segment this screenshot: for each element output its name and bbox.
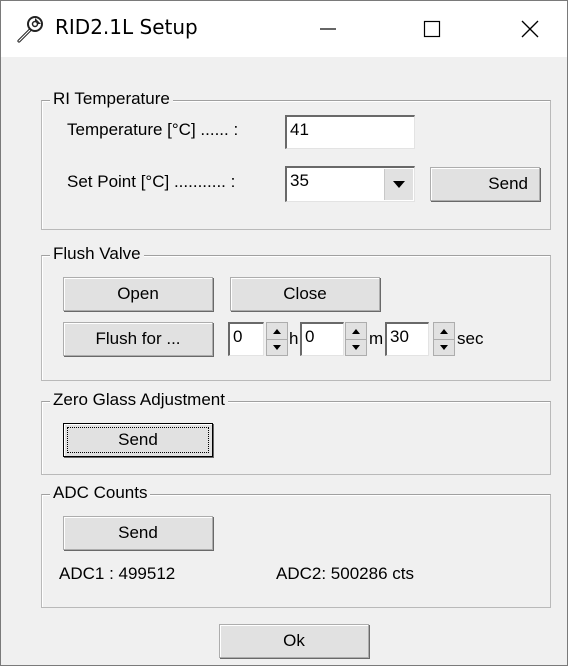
setup-dialog: RID2.1L Setup RI Temperature Temperature…	[0, 0, 568, 666]
setpoint-dropdown-button[interactable]	[384, 169, 413, 200]
arrow-up-icon	[440, 328, 448, 334]
hours-spinner[interactable]	[266, 322, 288, 356]
adc1-reading: ADC1 : 499512	[59, 564, 176, 583]
close-window-button[interactable]	[495, 1, 565, 57]
adc-send-label: Send	[118, 523, 158, 542]
hours-field[interactable]: 0	[228, 322, 264, 356]
adc2-reading: ADC2: 500286 cts	[276, 564, 414, 583]
minutes-field[interactable]: 0	[300, 322, 344, 356]
temperature-value: 41	[290, 120, 309, 139]
hours-up-button[interactable]	[267, 323, 287, 340]
close-valve-button[interactable]: Close	[230, 277, 380, 311]
seconds-unit: sec	[457, 329, 484, 348]
chevron-down-icon	[393, 180, 405, 188]
minutes-value: 0	[305, 327, 315, 346]
open-valve-button[interactable]: Open	[63, 277, 213, 311]
ri-temperature-group: RI Temperature Temperature [°C] ...... :…	[41, 88, 551, 230]
seconds-down-button[interactable]	[434, 339, 454, 355]
minutes-down-button[interactable]	[346, 339, 366, 355]
maximize-button[interactable]	[397, 1, 467, 57]
adc-counts-group-label: ADC Counts	[50, 482, 151, 504]
arrow-down-icon	[352, 344, 360, 350]
arrow-up-icon	[273, 328, 281, 334]
open-valve-label: Open	[117, 284, 159, 303]
minutes-unit: m	[369, 329, 384, 348]
hours-unit: h	[289, 329, 299, 348]
zero-glass-send-button[interactable]: Send	[63, 423, 213, 457]
seconds-spinner[interactable]	[433, 322, 455, 356]
minimize-button[interactable]	[293, 1, 363, 57]
adc-send-button[interactable]: Send	[63, 516, 213, 550]
adc-counts-group: ADC Counts Send ADC1 : 499512 ADC2: 5002…	[41, 482, 551, 608]
seconds-field[interactable]: 30	[385, 322, 429, 356]
flush-for-button[interactable]: Flush for ...	[63, 322, 213, 356]
hours-value: 0	[233, 327, 243, 346]
setpoint-combo[interactable]: 35	[285, 166, 415, 202]
title-bar[interactable]: RID2.1L Setup	[1, 1, 567, 57]
maximize-icon	[423, 20, 441, 38]
seconds-up-button[interactable]	[434, 323, 454, 340]
ok-button[interactable]: Ok	[219, 624, 369, 658]
ri-temperature-group-label: RI Temperature	[50, 88, 173, 110]
flush-valve-group: Flush Valve Open Close Flush for ... 0 h…	[41, 243, 551, 381]
flush-for-label: Flush for ...	[95, 329, 181, 348]
temperature-send-label: Send	[488, 174, 528, 193]
zero-glass-group-label: Zero Glass Adjustment	[50, 389, 228, 411]
arrow-down-icon	[273, 344, 281, 350]
ok-label: Ok	[283, 631, 305, 650]
zero-glass-send-label: Send	[118, 430, 158, 449]
flush-valve-group-label: Flush Valve	[50, 243, 144, 265]
arrow-down-icon	[440, 344, 448, 350]
minutes-spinner[interactable]	[345, 322, 367, 356]
temperature-send-button[interactable]: Send	[430, 167, 540, 201]
close-valve-label: Close	[283, 284, 327, 303]
arrow-up-icon	[352, 328, 360, 334]
zero-glass-group: Zero Glass Adjustment Send	[41, 389, 551, 475]
temperature-label: Temperature [°C] ...... :	[67, 120, 239, 139]
seconds-value: 30	[390, 327, 409, 346]
minimize-icon	[320, 28, 336, 30]
temperature-field[interactable]: 41	[285, 115, 415, 149]
window-title: RID2.1L Setup	[55, 15, 198, 39]
wrench-icon	[17, 16, 43, 43]
setpoint-label: Set Point [°C] ........... :	[67, 172, 236, 191]
close-icon	[521, 20, 539, 38]
hours-down-button[interactable]	[267, 339, 287, 355]
setpoint-value: 35	[290, 171, 309, 190]
minutes-up-button[interactable]	[346, 323, 366, 340]
